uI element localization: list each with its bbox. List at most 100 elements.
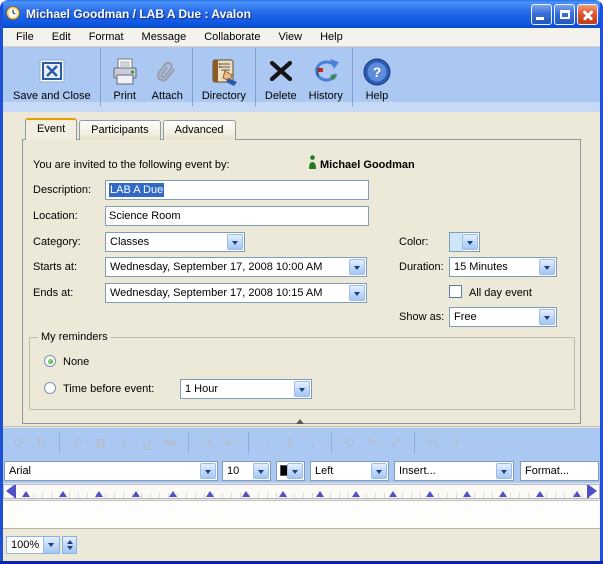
save-and-close-button[interactable]: Save and Close [7,50,97,104]
chevron-down-icon[interactable] [539,309,555,325]
tab-event[interactable]: Event [25,118,77,140]
chevron-down-icon[interactable] [200,463,216,479]
left-margin-marker[interactable] [4,485,16,498]
ends-at-select[interactable]: Wednesday, September 17, 2008 10:15 AM [105,283,367,303]
close-button[interactable] [577,4,598,25]
tab-stop-marker[interactable] [426,491,434,497]
zoom-control[interactable]: 100% [6,536,60,554]
attach-button[interactable]: Attach [146,50,189,104]
menu-message[interactable]: Message [133,29,196,45]
directory-button[interactable]: Directory [196,50,252,104]
chevron-down-icon[interactable] [462,234,478,250]
message-body-area[interactable] [3,500,600,528]
font-color-select[interactable] [276,461,305,481]
duration-select[interactable]: 15 Minutes [449,257,557,277]
tab-participants[interactable]: Participants [79,120,160,140]
tab-advanced[interactable]: Advanced [163,120,236,140]
menu-help[interactable]: Help [311,29,352,45]
minimize-button[interactable] [531,4,552,25]
chevron-down-icon[interactable] [349,259,365,275]
insert-break-icon[interactable]: ↓ [306,436,320,451]
tab-stop-marker[interactable] [169,491,177,497]
chevron-down-icon[interactable] [294,381,310,397]
tab-stop-marker[interactable] [499,491,507,497]
tab-stop-marker[interactable] [206,491,214,497]
pen-icon[interactable]: ✎ [366,435,380,451]
font-size-select[interactable]: 10 [222,461,271,481]
color-select[interactable] [449,232,480,252]
insert-anchor-icon[interactable]: ↧ [283,435,297,451]
toolbar-button-label: Delete [265,90,297,102]
underline-icon[interactable]: U [140,436,154,451]
reminder-none-radio[interactable] [44,355,56,367]
tab-stop-marker[interactable] [352,491,360,497]
chevron-down-icon[interactable] [539,259,555,275]
tab-stop-marker[interactable] [389,491,397,497]
chevron-down-icon[interactable] [43,537,59,553]
reminder-time-radio[interactable] [44,382,56,394]
strikethrough-icon[interactable]: ab [163,437,177,449]
tab-stop-marker[interactable] [573,491,581,497]
insert-select[interactable]: Insert... [394,461,514,481]
tab-stop-marker[interactable] [536,491,544,497]
right-margin-marker[interactable] [587,485,599,498]
starts-at-select[interactable]: Wednesday, September 17, 2008 10:00 AM [105,257,367,277]
zoom-spinner[interactable] [62,536,77,554]
indent-icon[interactable]: ⇥ [200,435,214,451]
alignment-select[interactable]: Left [310,461,389,481]
help-icon: ? [362,56,392,88]
maximize-button[interactable] [554,4,575,25]
description-input[interactable]: LAB A Due [105,180,369,200]
ruler[interactable] [3,484,600,499]
chevron-down-icon[interactable] [496,463,512,479]
show-as-select[interactable]: Free [449,307,557,327]
outdent-icon[interactable]: ⇤ [223,435,237,451]
chevron-down-icon[interactable] [287,463,303,479]
chevron-down-icon[interactable] [253,463,269,479]
undo-icon[interactable]: ↺ [11,435,25,451]
tab-marks-icon[interactable]: ⋮ [260,435,274,451]
menu-edit[interactable]: Edit [43,29,80,45]
help-button[interactable]: ? Help [356,50,398,104]
chevron-down-icon[interactable] [227,234,243,250]
category-select[interactable]: Classes [105,232,245,252]
reminder-time-select[interactable]: 1 Hour [180,379,312,399]
chevron-down-icon[interactable] [371,463,387,479]
spellcheck-icon[interactable]: ✓ [449,435,463,451]
ruler-track[interactable] [16,485,587,498]
delete-button[interactable]: Delete [259,50,303,104]
tab-stop-marker[interactable] [95,491,103,497]
italic-icon[interactable]: I [117,436,131,451]
accept-edits-icon[interactable]: ✔ [389,435,403,451]
spin-up-icon [67,540,73,544]
paragraph-style-icon[interactable]: P [71,436,85,451]
formatting-toolbar: ↺ ↻ P B I U ab ⇥ ⇤ ⋮ ↧ ↓ ↻ ✎ ✔ ✂ ✓ [3,428,600,458]
tab-stop-marker[interactable] [242,491,250,497]
menu-file[interactable]: File [7,29,43,45]
tab-stop-marker[interactable] [132,491,140,497]
color-label: Color: [399,236,428,248]
tab-stop-marker[interactable] [463,491,471,497]
print-button[interactable]: Print [104,50,146,104]
tab-stop-marker[interactable] [59,491,67,497]
special-chars-icon[interactable]: ✂ [426,435,440,451]
bold-icon[interactable]: B [94,436,108,451]
chevron-down-icon[interactable] [349,285,365,301]
menu-collaborate[interactable]: Collaborate [195,29,269,45]
window-icon [5,5,21,24]
history-button[interactable]: History [303,50,349,104]
menu-format[interactable]: Format [80,29,133,45]
format-select[interactable]: Format... [520,461,599,481]
tab-stop-marker[interactable] [316,491,324,497]
tab-stop-marker[interactable] [22,491,30,497]
all-day-checkbox[interactable] [449,285,462,298]
reminder-none-label: None [63,356,89,368]
pane-collapse-handle[interactable] [296,419,304,424]
font-family-select[interactable]: Arial [4,461,218,481]
redo-icon[interactable]: ↻ [34,435,48,451]
location-input[interactable]: Science Room [105,206,369,226]
revert-icon[interactable]: ↻ [343,435,357,451]
menu-view[interactable]: View [269,29,311,45]
tab-stop-marker[interactable] [279,491,287,497]
titlebar[interactable]: Michael Goodman / LAB A Due : Avalon [0,0,603,28]
